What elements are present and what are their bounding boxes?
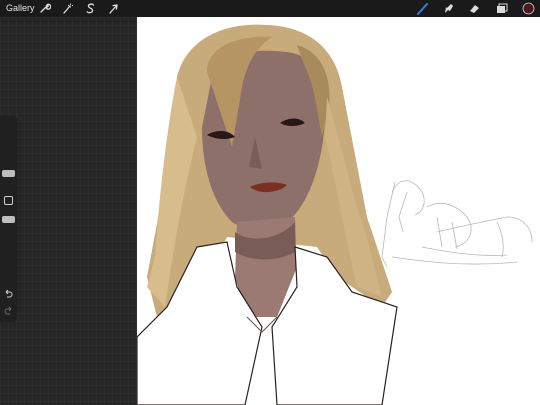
redo-icon[interactable] — [3, 305, 14, 316]
top-toolbar: Gallery — [0, 0, 540, 17]
arrow-cursor-icon[interactable] — [107, 2, 120, 15]
undo-icon[interactable] — [3, 288, 14, 299]
smudge-icon[interactable] — [442, 2, 455, 15]
artwork — [137, 24, 533, 405]
drawing-canvas[interactable] — [137, 17, 540, 405]
layers-icon[interactable] — [495, 2, 508, 15]
canvas-background — [0, 17, 137, 405]
brush-size-slider[interactable] — [2, 170, 15, 177]
gallery-button[interactable]: Gallery — [6, 3, 35, 13]
brush-icon[interactable] — [416, 2, 429, 15]
wrench-icon[interactable] — [38, 2, 51, 15]
color-swatch[interactable] — [522, 2, 535, 15]
opacity-slider[interactable] — [2, 216, 15, 223]
modify-button[interactable] — [4, 196, 13, 205]
eraser-icon[interactable] — [468, 2, 481, 15]
sidebar — [0, 116, 17, 322]
selection-s-icon[interactable] — [84, 2, 97, 15]
magic-wand-icon[interactable] — [61, 2, 74, 15]
